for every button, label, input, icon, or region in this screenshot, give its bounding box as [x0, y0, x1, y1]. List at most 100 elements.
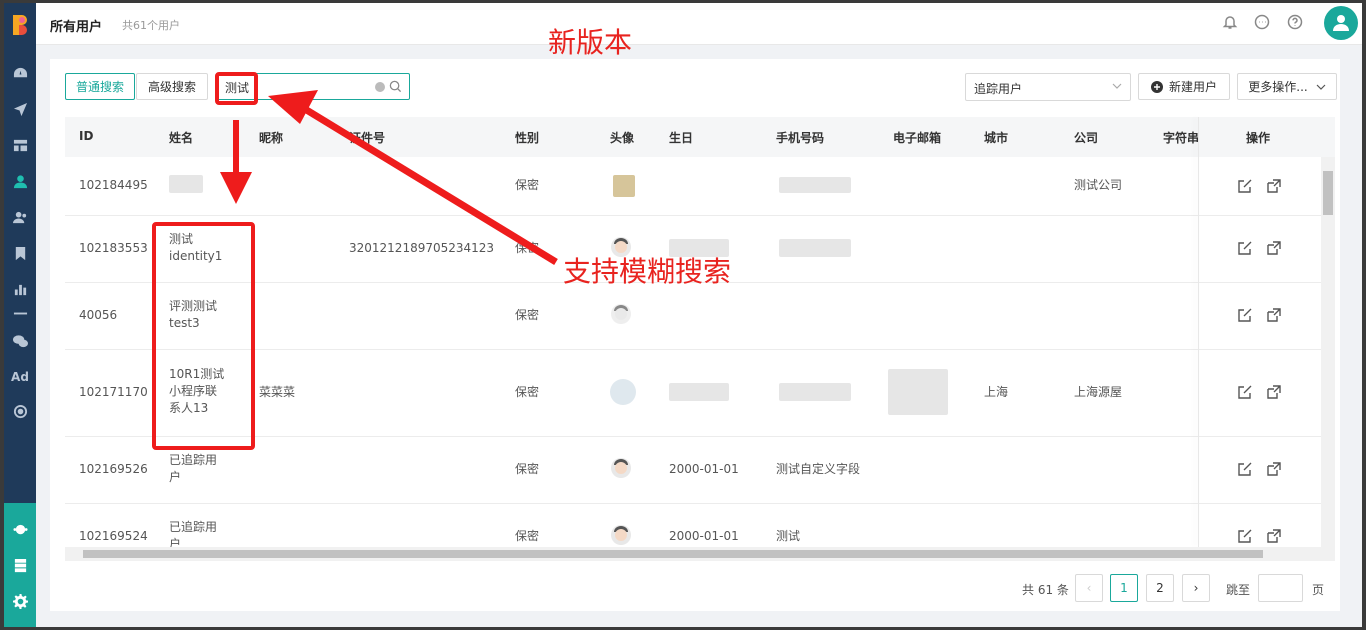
new-user-button[interactable]: 新建用户	[1138, 73, 1230, 100]
send-icon[interactable]	[10, 99, 30, 119]
page-2-button[interactable]: 2	[1146, 574, 1174, 602]
robot-icon[interactable]	[10, 519, 30, 539]
search-icon[interactable]	[389, 80, 402, 93]
target-icon[interactable]	[10, 401, 30, 421]
cell-company: 测试公司	[1074, 178, 1123, 192]
blurred-phone	[779, 383, 851, 401]
export-icon[interactable]	[1267, 241, 1281, 255]
prev-page-button[interactable]: ‹	[1075, 574, 1103, 602]
annotation-new-version: 新版本	[548, 26, 633, 59]
vertical-scrollbar[interactable]	[1321, 157, 1335, 547]
tab-normal-search[interactable]: 普通搜索	[65, 73, 135, 100]
wechat-icon[interactable]	[10, 331, 30, 351]
chevron-down-icon	[1112, 83, 1122, 89]
fixed-column-divider	[1198, 117, 1199, 547]
cell-gender: 保密	[515, 529, 540, 543]
col-name[interactable]: 姓名	[169, 129, 193, 146]
table-row[interactable]: 102169524 已追踪用 户 保密 2000-01-01 测试	[65, 503, 1321, 547]
help-icon[interactable]	[1287, 14, 1305, 32]
dashboard-icon[interactable]	[10, 63, 30, 83]
track-user-select[interactable]: 追踪用户	[965, 73, 1131, 101]
gear-icon[interactable]	[10, 591, 30, 611]
col-avatar[interactable]: 头像	[610, 129, 634, 146]
avatar-image	[613, 175, 635, 197]
plus-circle-icon	[1150, 80, 1163, 93]
annotation-fuzzy-search: 支持模糊搜索	[563, 255, 732, 288]
cell-id: 102171170	[79, 385, 148, 399]
horizontal-scroll-thumb[interactable]	[83, 550, 1263, 558]
vertical-scroll-thumb[interactable]	[1323, 171, 1333, 215]
cell-birthday: 2000-01-01	[669, 529, 739, 543]
annotation-name-highlight	[152, 222, 255, 450]
edit-icon[interactable]	[1238, 529, 1252, 543]
next-page-button[interactable]: ›	[1182, 574, 1210, 602]
col-actions: 操作	[1246, 131, 1271, 145]
cell-nickname: 菜菜菜	[259, 385, 296, 399]
layout-icon[interactable]	[10, 135, 30, 155]
jump-page-input[interactable]	[1258, 574, 1303, 602]
tab-advanced-search[interactable]: 高级搜索	[136, 73, 208, 100]
cell-city: 上海	[984, 385, 1009, 399]
cell-birthday: 2000-01-01	[669, 462, 739, 476]
bar-chart-icon[interactable]	[10, 279, 30, 299]
col-nickname[interactable]: 昵称	[259, 129, 283, 146]
table-header: ID 姓名 昵称 证件号 性别 头像 生日 手机号码 电子邮箱 城市 公司 字符…	[65, 117, 1335, 157]
default-avatar-icon	[611, 458, 631, 478]
track-select-value: 追踪用户	[974, 82, 1023, 96]
user-icon[interactable]	[10, 171, 30, 191]
horizontal-scrollbar[interactable]	[65, 547, 1335, 561]
col-birthday[interactable]: 生日	[669, 129, 693, 146]
col-city[interactable]: 城市	[984, 129, 1008, 146]
more-actions-label: 更多操作...	[1248, 80, 1308, 94]
cell-id: 102169526	[79, 462, 148, 476]
export-icon[interactable]	[1267, 179, 1281, 193]
table-row[interactable]: 102184495 保密 测试公司	[65, 157, 1321, 216]
new-user-label: 新建用户	[1168, 80, 1217, 94]
export-icon[interactable]	[1267, 308, 1281, 322]
edit-icon[interactable]	[1238, 308, 1252, 322]
cell-phone: 测试	[776, 529, 801, 543]
pagination-total: 共 61 条	[1022, 583, 1069, 597]
cell-phone: 测试自定义字段	[776, 462, 861, 476]
default-avatar-icon	[611, 304, 631, 324]
page-title: 所有用户	[50, 20, 103, 35]
blurred-email	[888, 369, 948, 415]
cell-gender: 保密	[515, 241, 540, 255]
export-icon[interactable]	[1267, 462, 1281, 476]
cell-name: 已追踪用 户	[169, 453, 218, 484]
avatar-icon[interactable]	[1324, 6, 1358, 40]
chat-icon[interactable]	[1254, 14, 1272, 32]
cell-gender: 保密	[515, 462, 540, 476]
edit-icon[interactable]	[1238, 462, 1252, 476]
sidebar-bottom-panel	[4, 503, 36, 627]
sidebar: Ad	[4, 3, 36, 627]
blurred-phone	[779, 239, 851, 257]
col-string[interactable]: 字符串	[1163, 129, 1199, 146]
ad-icon[interactable]: Ad	[10, 367, 30, 387]
col-company[interactable]: 公司	[1074, 129, 1098, 146]
export-icon[interactable]	[1267, 385, 1281, 399]
annotation-search-highlight	[215, 72, 258, 105]
clear-icon[interactable]	[375, 82, 385, 92]
edit-icon[interactable]	[1238, 241, 1252, 255]
users-icon[interactable]	[10, 207, 30, 227]
col-gender[interactable]: 性别	[515, 129, 539, 146]
server-icon[interactable]	[10, 555, 30, 575]
blurred-name	[169, 175, 203, 193]
col-phone[interactable]: 手机号码	[776, 129, 824, 146]
col-id[interactable]: ID	[79, 129, 93, 143]
more-actions-button[interactable]: 更多操作...	[1237, 73, 1337, 100]
blurred-phone	[779, 177, 851, 193]
cell-gender: 保密	[515, 385, 540, 399]
bell-icon[interactable]	[1222, 14, 1240, 32]
col-cert[interactable]: 证件号	[349, 129, 385, 146]
col-email[interactable]: 电子邮箱	[893, 129, 941, 146]
page-label: 页	[1312, 583, 1325, 597]
bookmark-icon[interactable]	[10, 243, 30, 263]
edit-icon[interactable]	[1238, 179, 1252, 193]
page-1-button[interactable]: 1	[1110, 574, 1138, 602]
minus-icon[interactable]	[10, 303, 30, 323]
export-icon[interactable]	[1267, 529, 1281, 543]
cell-cert: 3201212189705234123	[349, 241, 495, 255]
edit-icon[interactable]	[1238, 385, 1252, 399]
